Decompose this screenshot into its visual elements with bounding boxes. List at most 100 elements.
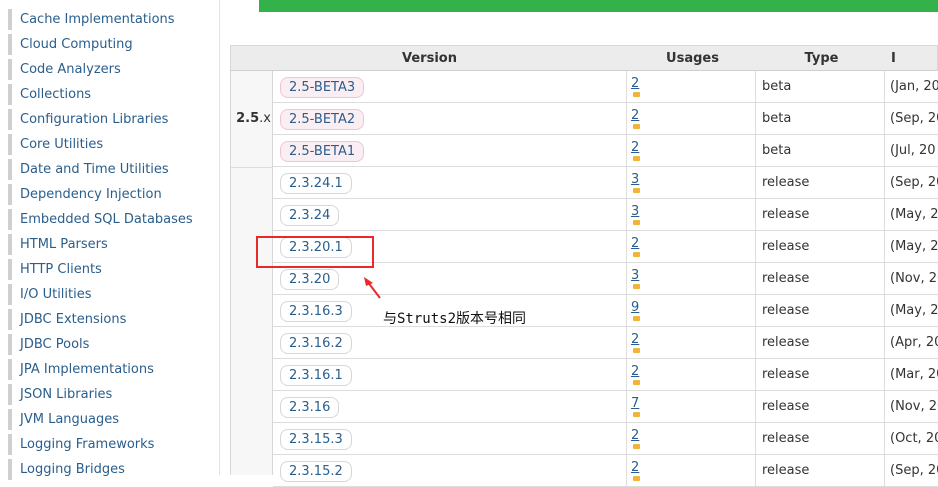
usages-link[interactable]: 2 [631,460,639,475]
sidebar-item-collections[interactable]: Collections [8,84,213,105]
column-header-usages: Usages [666,51,719,66]
sidebar-item-code-analyzers[interactable]: Code Analyzers [8,59,213,80]
sidebar-item-date-time-utilities[interactable]: Date and Time Utilities [8,159,213,180]
version-link[interactable]: 2.5-BETA2 [280,109,365,130]
group-label-major: 2.5 [236,111,260,126]
type-cell: release [756,327,885,358]
sidebar-item-jdbc-extensions[interactable]: JDBC Extensions [8,309,213,330]
version-link[interactable]: 2.3.16.1 [280,365,352,386]
version-link[interactable]: 2.3.24 [280,205,340,226]
version-link[interactable]: 2.3.15.3 [280,429,352,450]
usages-link[interactable]: 2 [631,140,639,155]
date-cell: (Apr, 20 [885,327,938,358]
version-link[interactable]: 2.3.24.1 [280,173,352,194]
version-cell: 2.3.15.2 [273,455,627,486]
version-cell: 2.3.16.2 [273,327,627,358]
type-text: beta [762,79,792,94]
table-row: 2.3.24.1 3 release (Sep, 20 [273,167,938,199]
usages-link[interactable]: 2 [631,76,639,91]
sidebar-item-html-parsers[interactable]: HTML Parsers [8,234,213,255]
date-cell: (Jul, 20 [885,135,938,166]
type-cell: release [756,199,885,230]
version-link[interactable]: 2.3.16.3 [280,301,352,322]
type-text: release [762,463,810,478]
arrow-icon [364,277,381,299]
version-link[interactable]: 2.3.16 [280,397,340,418]
sidebar-item-http-clients[interactable]: HTTP Clients [8,259,213,280]
usages-cell: 2 [627,231,756,262]
date-cell: (Oct, 20 [885,423,938,454]
table-row: 2.5-BETA2 2 beta (Sep, 20 [273,103,938,135]
sidebar-item-logging-bridges[interactable]: Logging Bridges [8,459,213,480]
version-link[interactable]: 2.5-BETA3 [280,77,365,98]
date-cell: (Sep, 20 [885,455,938,486]
version-link[interactable]: 2.5-BETA1 [280,141,365,162]
type-text: release [762,175,810,190]
version-group-label: 2.5.x [231,111,273,126]
table-header: Version Usages Type I [230,45,938,71]
usage-marker-icon [633,220,640,225]
table-row: 2.3.16 7 release (Nov, 20 [273,391,938,423]
header-green-bar [259,0,938,12]
usages-link[interactable]: 2 [631,364,639,379]
date-cell: (Sep, 20 [885,167,938,198]
sidebar-item-configuration-libraries[interactable]: Configuration Libraries [8,109,213,130]
date-text: (May, 20 [890,207,938,222]
date-cell: (May, 20 [885,231,938,262]
usage-marker-icon [633,476,640,481]
table-row: 2.3.16.1 2 release (Mar, 20 [273,359,938,391]
usage-marker-icon [633,316,640,321]
table-row: 2.5-BETA3 2 beta (Jan, 20 [273,71,938,103]
sidebar-item-core-utilities[interactable]: Core Utilities [8,134,213,155]
highlight-box [256,236,374,268]
usages-cell: 3 [627,263,756,294]
sidebar-item-cloud-computing[interactable]: Cloud Computing [8,34,213,55]
type-cell: release [756,391,885,422]
usages-link[interactable]: 7 [631,396,639,411]
usages-link[interactable]: 2 [631,332,639,347]
usages-link[interactable]: 3 [631,268,639,283]
type-text: release [762,239,810,254]
sidebar-item-json-libraries[interactable]: JSON Libraries [8,384,213,405]
sidebar-item-io-utilities[interactable]: I/O Utilities [8,284,213,305]
usages-link[interactable]: 2 [631,108,639,123]
table-row: 2.3.16.2 2 release (Apr, 20 [273,327,938,359]
date-text: (Oct, 20 [890,431,938,446]
table-row: 2.3.15.3 2 release (Oct, 20 [273,423,938,455]
usages-link[interactable]: 3 [631,172,639,187]
usages-link[interactable]: 2 [631,236,639,251]
sidebar-item-jdbc-pools[interactable]: JDBC Pools [8,334,213,355]
usage-marker-icon [633,380,640,385]
type-cell: release [756,295,885,326]
sidebar-item-cache-implementations[interactable]: Cache Implementations [8,9,213,30]
sidebar-item-jpa-implementations[interactable]: JPA Implementations [8,359,213,380]
usages-cell: 2 [627,135,756,166]
sidebar-item-dependency-injection[interactable]: Dependency Injection [8,184,213,205]
usages-cell: 2 [627,71,756,102]
usages-link[interactable]: 3 [631,204,639,219]
usages-cell: 2 [627,455,756,486]
category-sidebar: Cache Implementations Cloud Computing Co… [0,0,220,480]
version-link[interactable]: 2.3.20 [280,269,340,290]
version-group-2-3 [230,167,273,475]
version-cell: 2.3.16 [273,391,627,422]
date-cell: (May, 20 [885,295,938,326]
version-cell: 2.3.15.3 [273,423,627,454]
date-text: (May, 20 [890,239,938,254]
usage-marker-icon [633,92,640,97]
type-cell: release [756,231,885,262]
version-link[interactable]: 2.3.16.2 [280,333,352,354]
usage-marker-icon [633,252,640,257]
sidebar-item-embedded-sql-databases[interactable]: Embedded SQL Databases [8,209,213,230]
sidebar-item-logging-frameworks[interactable]: Logging Frameworks [8,434,213,455]
usages-link[interactable]: 9 [631,300,639,315]
usages-cell: 3 [627,167,756,198]
type-cell: beta [756,103,885,134]
version-group-2-5: 2.5.x [230,71,273,167]
version-link[interactable]: 2.3.15.2 [280,461,352,482]
sidebar-item-jvm-languages[interactable]: JVM Languages [8,409,213,430]
date-text: (Jan, 20 [890,79,938,94]
usages-link[interactable]: 2 [631,428,639,443]
version-cell: 2.5-BETA1 [273,135,627,166]
usage-marker-icon [633,284,640,289]
